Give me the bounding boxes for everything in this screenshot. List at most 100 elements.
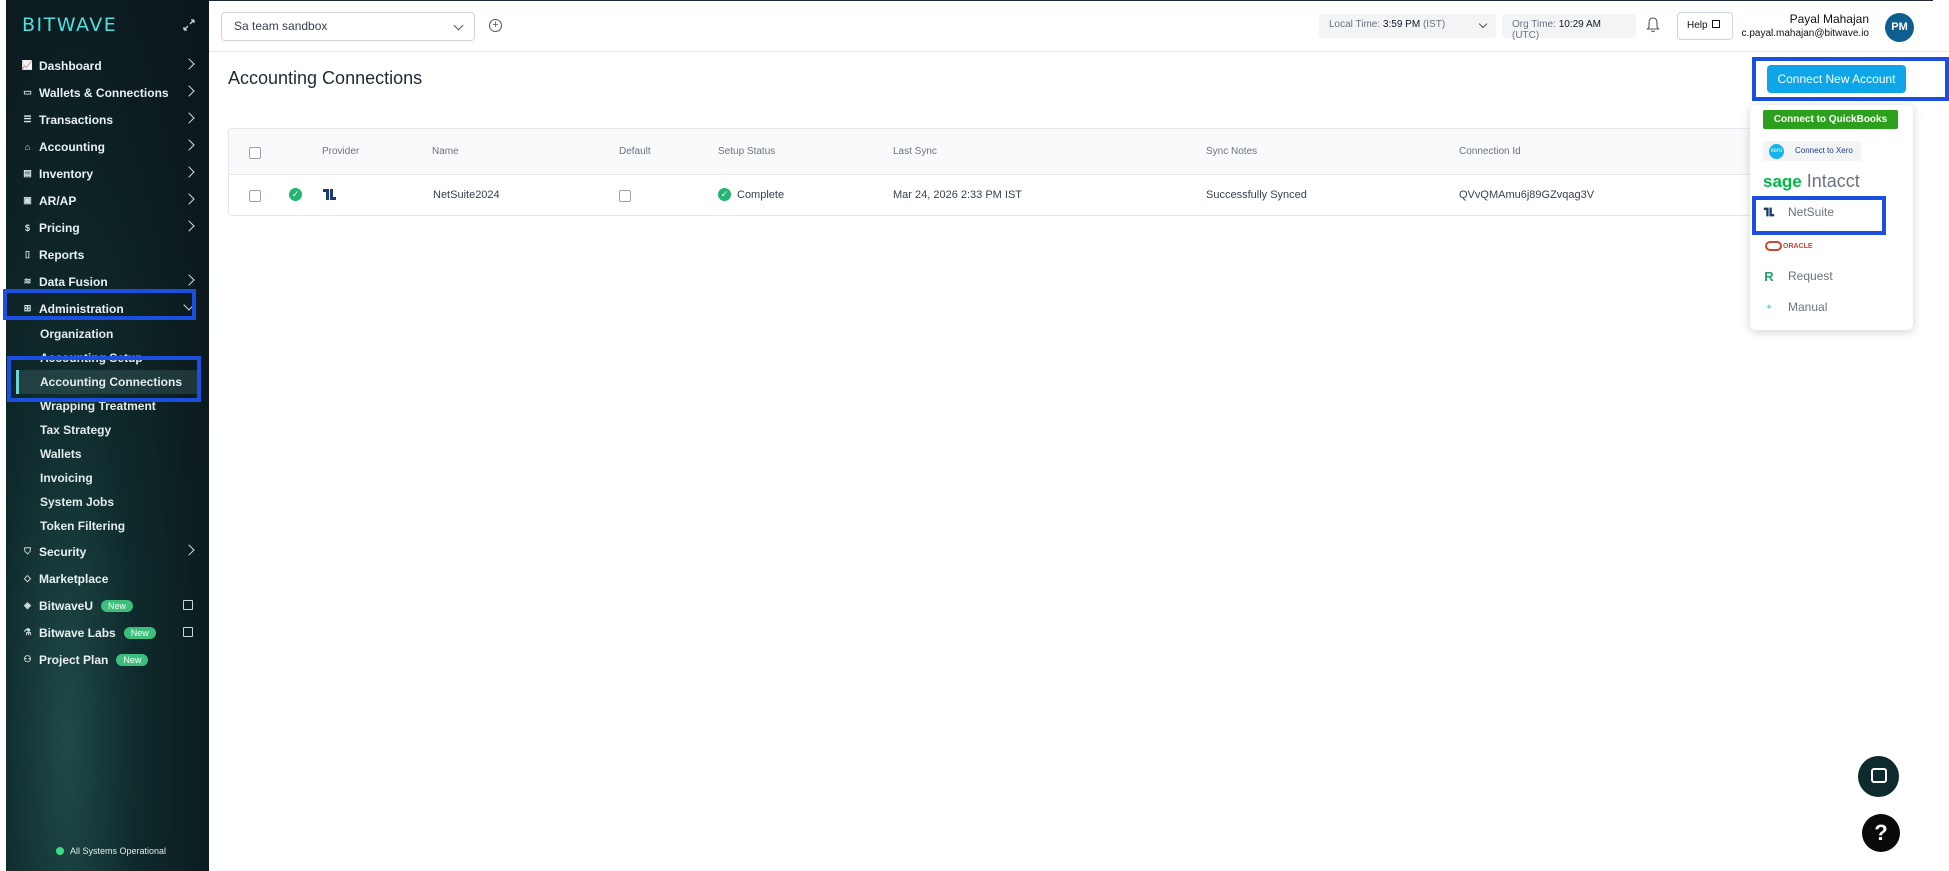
bank-icon: ⌂ xyxy=(24,141,31,152)
sidebar-subitem-invoicing[interactable]: Invoicing xyxy=(6,466,209,490)
sidebar-item-label: Pricing xyxy=(39,220,80,235)
sidebar-item-dashboard[interactable]: 📈 Dashboard xyxy=(6,52,209,79)
sage-intacct-option[interactable]: sage Intacct xyxy=(1763,171,1860,192)
sidebar-subitem-token-filtering[interactable]: Token Filtering xyxy=(6,514,209,538)
default-checkbox[interactable] xyxy=(619,190,631,202)
oracle-option[interactable]: ORACLE xyxy=(1765,241,1813,251)
sidebar-item-accounting[interactable]: ⌂ Accounting xyxy=(6,133,209,160)
bell-icon[interactable] xyxy=(1646,17,1660,33)
manual-option[interactable]: ✦ Manual xyxy=(1763,300,1827,314)
sidebar-item-security[interactable]: ⛉ Security xyxy=(6,538,209,565)
connect-quickbooks-button[interactable]: Connect to QuickBooks xyxy=(1763,110,1898,129)
sidebar-item-label: Project Plan xyxy=(39,652,109,667)
local-tz: (IST) xyxy=(1422,19,1446,30)
column-header-last-sync[interactable]: Last Sync xyxy=(893,146,937,157)
column-header-sync-notes[interactable]: Sync Notes xyxy=(1206,146,1257,157)
column-header-name[interactable]: Name xyxy=(432,146,459,157)
org-time-label: Org Time: xyxy=(1512,19,1556,30)
chevron-down-icon xyxy=(453,20,464,31)
sidebar-item-project-plan[interactable]: ⚇ Project Plan New xyxy=(6,646,209,673)
column-header-setup-status[interactable]: Setup Status xyxy=(718,146,775,157)
sync-notes: Successfully Synced xyxy=(1206,189,1307,201)
user-email: c.payal.mahajan@bitwave.io xyxy=(1741,28,1869,39)
table-header: Provider Name Default Setup Status Last … xyxy=(229,129,1777,175)
sidebar-item-label: Transactions xyxy=(39,112,114,127)
sidebar-item-pricing[interactable]: $ Pricing xyxy=(6,214,209,241)
sidebar-item-label: Dashboard xyxy=(39,58,102,73)
org-tz: (UTC) xyxy=(1512,30,1540,41)
request-label: Request xyxy=(1788,269,1833,283)
column-header-connection-id[interactable]: Connection Id xyxy=(1459,146,1521,157)
sidebar-item-bitwaveu[interactable]: ◈ BitwaveU New xyxy=(6,592,209,619)
invoice-icon: ▣ xyxy=(23,195,32,205)
request-option[interactable]: R Request xyxy=(1763,268,1833,284)
sidebar-item-label: Bitwave Labs xyxy=(39,625,116,640)
tag-icon: ◇ xyxy=(24,573,31,583)
connect-xero-button[interactable]: xero Connect to Xero xyxy=(1763,141,1861,161)
expand-icon[interactable] xyxy=(182,18,196,32)
highlight-accounting-connections xyxy=(7,356,201,402)
chevron-right-icon xyxy=(183,166,195,178)
org-select[interactable]: Sa team sandbox xyxy=(221,12,475,41)
sidebar-item-label: BitwaveU xyxy=(39,598,94,613)
chevron-right-icon xyxy=(183,139,195,151)
sidebar: BITWAVE 📈 Dashboard ▭ Wallets & Connection… xyxy=(6,0,209,871)
new-badge: New xyxy=(101,599,134,612)
column-header-provider[interactable]: Provider xyxy=(322,146,359,157)
sidebar-item-label: Data Fusion xyxy=(39,274,108,289)
local-time[interactable]: Local Time: 3:59 PM (IST) xyxy=(1319,14,1496,38)
connections-table: Provider Name Default Setup Status Last … xyxy=(228,128,1778,216)
sidebar-item-label: Wallets & Connections xyxy=(39,85,169,100)
user-name: Payal Mahajan xyxy=(1789,12,1869,26)
sidebar-item-arap[interactable]: ▣ AR/AP xyxy=(6,187,209,214)
chevron-right-icon xyxy=(183,544,195,556)
oracle-logo-icon xyxy=(1765,241,1782,251)
chevron-right-icon xyxy=(183,220,195,232)
sidebar-item-transactions[interactable]: ☰ Transactions xyxy=(6,106,209,133)
sidebar-item-label: Accounting xyxy=(39,139,105,154)
sidebar-subitem-system-jobs[interactable]: System Jobs xyxy=(6,490,209,514)
chevron-right-icon xyxy=(183,274,195,286)
sidebar-item-reports[interactable]: ▯ Reports xyxy=(6,241,209,268)
org-select-value: Sa team sandbox xyxy=(234,19,328,33)
page-title: Accounting Connections xyxy=(228,68,423,88)
avatar[interactable]: PM xyxy=(1885,13,1914,42)
column-header-default[interactable]: Default xyxy=(619,146,651,157)
sidebar-subitem-organization[interactable]: Organization xyxy=(6,322,209,346)
status-text: All Systems Operational xyxy=(70,846,167,856)
local-time-value: 3:59 PM xyxy=(1382,19,1421,30)
add-org-icon[interactable]: + xyxy=(489,19,502,32)
database-icon: ≋ xyxy=(23,276,32,286)
system-status: All Systems Operational xyxy=(56,846,166,856)
xero-label: Connect to Xero xyxy=(1795,146,1853,155)
setup-status: Complete xyxy=(737,189,785,201)
help-fab-button[interactable]: ? xyxy=(1862,814,1900,852)
org-time: Org Time: 10:29 AM (UTC) xyxy=(1502,14,1636,41)
help-label: Help xyxy=(1687,20,1708,31)
sidebar-item-bitwave-labs[interactable]: ⚗ Bitwave Labs New xyxy=(6,619,209,646)
xero-logo-icon: xero xyxy=(1769,144,1784,159)
sidebar-item-label: Reports xyxy=(39,247,85,262)
sidebar-subitem-tax-strategy[interactable]: Tax Strategy xyxy=(6,418,209,442)
sidebar-subitem-wallets[interactable]: Wallets xyxy=(6,442,209,466)
select-all-checkbox[interactable] xyxy=(249,147,261,159)
sidebar-item-wallets-connections[interactable]: ▭ Wallets & Connections xyxy=(6,79,209,106)
help-button[interactable]: Help xyxy=(1677,12,1733,40)
last-sync: Mar 24, 2026 2:33 PM IST xyxy=(893,189,1023,201)
row-checkbox[interactable] xyxy=(249,190,261,202)
local-time-label: Local Time: xyxy=(1329,19,1381,30)
connection-name[interactable]: NetSuite2024 xyxy=(433,189,500,201)
manual-label: Manual xyxy=(1788,300,1828,314)
sidebar-item-inventory[interactable]: ▤ Inventory xyxy=(6,160,209,187)
intacct-label: Intacct xyxy=(1806,171,1860,191)
netsuite-logo-icon xyxy=(322,187,337,202)
external-link-icon xyxy=(183,600,193,610)
manual-icon: ✦ xyxy=(1765,301,1773,312)
shield-icon: ⛉ xyxy=(24,546,31,556)
inventory-icon: ▤ xyxy=(23,168,32,178)
chevron-right-icon xyxy=(183,112,195,124)
chat-button[interactable] xyxy=(1858,756,1899,797)
sidebar-item-label: AR/AP xyxy=(39,193,77,208)
sidebar-item-marketplace[interactable]: ◇ Marketplace xyxy=(6,565,209,592)
request-logo-icon: R xyxy=(1764,268,1774,284)
